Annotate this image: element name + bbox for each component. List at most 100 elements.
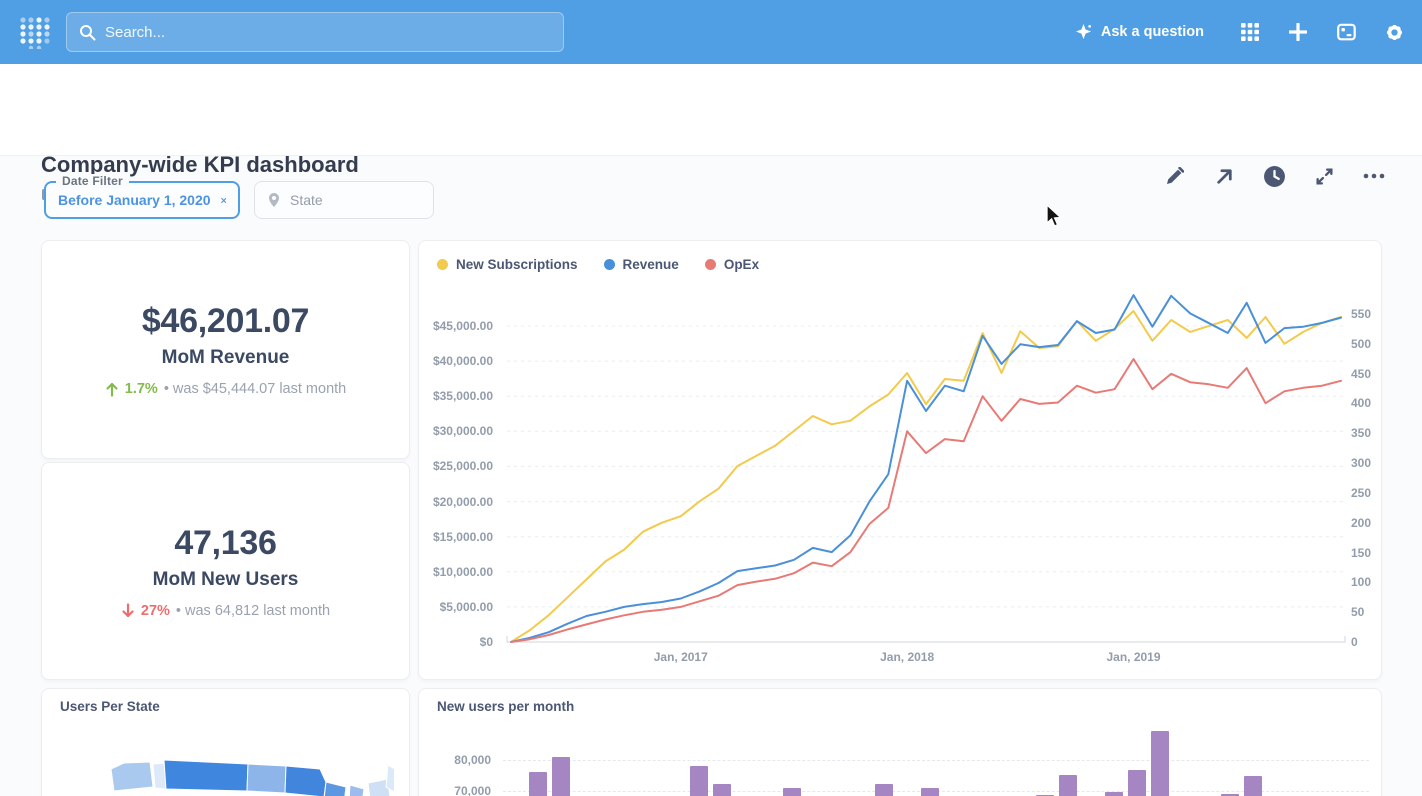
edit-dashboard-button[interactable] [1162, 164, 1186, 188]
y-axis-right-tick: 150 [1351, 546, 1382, 560]
kpi-change: 1.7% [125, 381, 158, 397]
bar[interactable] [713, 784, 731, 796]
kpi-card-revenue[interactable]: $46,201.07 MoM Revenue 1.7% • was $45,44… [41, 240, 410, 459]
x-axis-tick: Jan, 2017 [631, 650, 731, 664]
y-axis-left-tick: $40,000.00 [421, 354, 493, 368]
dashboard-header: Company-wide KPI dashboard Assets for We… [0, 64, 1422, 156]
kpi-comparison: 27% • was 64,812 last month [121, 603, 330, 619]
bar-chart[interactable]: 80,000 70,000 [419, 689, 1382, 796]
y-axis-tick: 80,000 [421, 753, 491, 767]
bar[interactable] [875, 784, 893, 796]
kpi-change: 27% [141, 603, 170, 619]
auto-refresh-button[interactable] [1262, 164, 1286, 188]
ask-question-label: Ask a question [1101, 24, 1204, 40]
state-filter-chip[interactable]: State [254, 181, 434, 219]
bar[interactable] [1128, 770, 1146, 796]
bar[interactable] [921, 788, 939, 796]
mouse-cursor [1045, 204, 1065, 230]
y-axis-left-tick: $45,000.00 [421, 319, 493, 333]
y-axis-right-tick: 0 [1351, 635, 1382, 649]
sparkle-icon [1075, 24, 1092, 41]
arrow-up-icon [105, 382, 119, 397]
pencil-icon [1165, 167, 1184, 186]
bar[interactable] [783, 788, 801, 796]
trend-chart-card[interactable]: New SubscriptionsRevenueOpEx $0$5,000.00… [418, 240, 1382, 680]
x-axis-tick: Jan, 2019 [1084, 650, 1184, 664]
y-axis-right-tick: 550 [1351, 307, 1382, 321]
bar[interactable] [1105, 792, 1123, 796]
kpi-context: • was $45,444.07 last month [164, 381, 346, 397]
y-axis-right-tick: 300 [1351, 456, 1382, 470]
fullscreen-button[interactable] [1312, 164, 1336, 188]
kpi-comparison: 1.7% • was $45,444.07 last month [105, 381, 346, 397]
ask-question-button[interactable]: Ask a question [1075, 24, 1204, 41]
top-nav: Ask a question [0, 0, 1422, 64]
y-axis-tick: 70,000 [421, 784, 491, 796]
y-axis-left-tick: $35,000.00 [421, 389, 493, 403]
line-series-revenue[interactable] [511, 295, 1341, 642]
users-per-state-card[interactable]: Users Per State [41, 688, 410, 796]
share-icon [1215, 167, 1234, 186]
search-icon [79, 24, 96, 41]
arrow-down-icon [121, 603, 135, 618]
y-axis-right-tick: 400 [1351, 396, 1382, 410]
date-filter-chip[interactable]: Date Filter Before January 1, 2020 [44, 181, 240, 219]
gridline [503, 760, 1369, 761]
y-axis-right-tick: 50 [1351, 605, 1382, 619]
kpi-card-new-users[interactable]: 47,136 MoM New Users 27% • was 64,812 la… [41, 462, 410, 680]
terminal-icon [1337, 23, 1356, 41]
kpi-value: 47,136 [174, 524, 276, 563]
bar[interactable] [1151, 731, 1169, 796]
settings-button[interactable] [1384, 22, 1404, 42]
metabase-logo[interactable] [18, 15, 52, 49]
browse-data-button[interactable] [1240, 22, 1260, 42]
y-axis-right-tick: 500 [1351, 337, 1382, 351]
y-axis-left-tick: $15,000.00 [421, 530, 493, 544]
y-axis-right-tick: 100 [1351, 575, 1382, 589]
gear-icon [1385, 23, 1404, 42]
kpi-label: MoM New Users [153, 569, 299, 591]
us-choropleth-map[interactable] [58, 749, 394, 796]
y-axis-right-tick: 350 [1351, 426, 1382, 440]
dashboard-actions [1162, 164, 1386, 188]
kpi-label: MoM Revenue [162, 347, 290, 369]
state-filter-placeholder: State [290, 192, 323, 208]
line-series-opex[interactable] [511, 359, 1341, 642]
new-users-per-month-card[interactable]: New users per month 80,00070,000 [418, 688, 1382, 796]
y-axis-left-tick: $10,000.00 [421, 565, 493, 579]
bar[interactable] [552, 757, 570, 796]
y-axis-left-tick: $25,000.00 [421, 459, 493, 473]
kpi-context: • was 64,812 last month [176, 603, 330, 619]
x-axis-tick: Jan, 2018 [857, 650, 957, 664]
ellipsis-icon [1363, 173, 1385, 179]
trend-line-chart[interactable] [419, 241, 1382, 680]
date-filter-label: Date Filter [56, 174, 129, 188]
fullscreen-icon [1315, 167, 1334, 186]
y-axis-right-tick: 250 [1351, 486, 1382, 500]
location-pin-icon [267, 192, 281, 208]
bar[interactable] [1059, 775, 1077, 796]
bar[interactable] [1244, 776, 1262, 796]
grid-icon [1241, 23, 1259, 41]
card-title: Users Per State [60, 699, 160, 714]
more-menu-button[interactable] [1362, 164, 1386, 188]
y-axis-left-tick: $20,000.00 [421, 495, 493, 509]
bar[interactable] [690, 766, 708, 796]
sharing-button[interactable] [1212, 164, 1236, 188]
plus-icon [1289, 23, 1307, 41]
new-item-button[interactable] [1288, 22, 1308, 42]
bar[interactable] [529, 772, 547, 796]
sql-editor-button[interactable] [1336, 22, 1356, 42]
clock-icon [1263, 165, 1286, 188]
y-axis-left-tick: $30,000.00 [421, 424, 493, 438]
y-axis-right-tick: 450 [1351, 367, 1382, 381]
dashboard-page: Ask a question [0, 0, 1422, 796]
y-axis-left-tick: $0 [421, 635, 493, 649]
y-axis-left-tick: $5,000.00 [421, 600, 493, 614]
search-bar[interactable] [66, 12, 564, 52]
clear-filter-icon[interactable] [221, 195, 226, 206]
search-input[interactable] [105, 24, 525, 41]
x-axis-line [507, 636, 1345, 642]
date-filter-value: Before January 1, 2020 [58, 192, 211, 208]
nav-actions: Ask a question [1075, 0, 1404, 64]
